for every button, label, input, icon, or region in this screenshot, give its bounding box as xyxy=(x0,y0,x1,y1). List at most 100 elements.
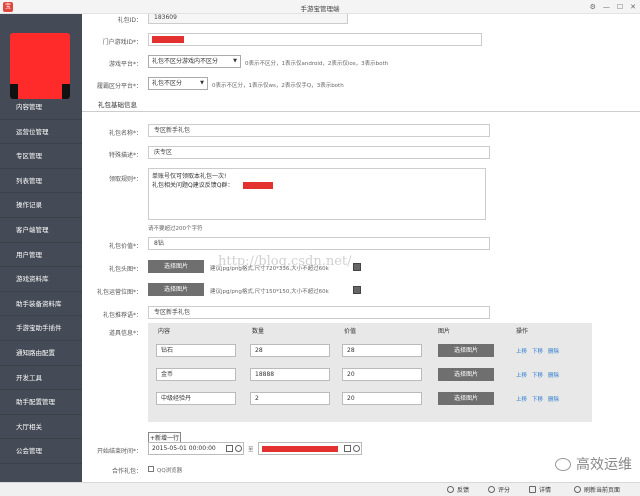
rate-button[interactable]: 评分 xyxy=(488,485,510,494)
window-title: 手游宝管理端 xyxy=(300,5,340,13)
sidebar-item-game-db[interactable]: 游戏资料库 xyxy=(0,267,82,292)
hall-platform-select[interactable]: 礼包不区分 ▼ xyxy=(148,77,208,90)
move-up-link[interactable]: 上移 xyxy=(516,371,527,379)
prop-choose-image-button[interactable]: 选择图片 xyxy=(438,368,494,381)
gift-id-label: 礼包ID： xyxy=(117,17,142,24)
prop-qty-input[interactable]: 2 xyxy=(250,392,330,405)
claim-rules-label: 领取规则*： xyxy=(108,176,142,183)
sidebar: 内容管理 运营位管理 专区管理 列表管理 操作记录 客户端管理 用户管理 游戏资… xyxy=(0,14,82,482)
sidebar-item-log[interactable]: 操作记录 xyxy=(0,193,82,218)
sidebar-item-notify[interactable]: 通知路由配置 xyxy=(0,341,82,366)
sidebar-item-plugin[interactable]: 手游宝助手插件 xyxy=(0,316,82,341)
move-up-link[interactable]: 上移 xyxy=(516,347,527,355)
prop-name-input[interactable]: 金币 xyxy=(156,368,236,381)
props-header-qty: 数量 xyxy=(252,328,265,335)
image-thumbnail-icon xyxy=(353,263,361,271)
gift-promo-hint: 建议jpg/png格式,尺寸150*150,大小不超过60k xyxy=(210,289,329,295)
prop-name-input[interactable]: 中级经验丹 xyxy=(156,392,236,405)
detail-icon xyxy=(529,486,536,493)
feedback-label: 反馈 xyxy=(457,487,470,494)
props-header-ops: 操作 xyxy=(516,328,529,335)
status-bar: 反馈 评分 详情 刷新当前页面 xyxy=(0,482,640,496)
settings-icon[interactable]: ⚙ xyxy=(590,1,596,13)
prop-choose-image-button[interactable]: 选择图片 xyxy=(438,392,494,405)
sidebar-item-hall[interactable]: 大厅相关 xyxy=(0,415,82,440)
wechat-icon xyxy=(555,457,571,471)
delete-link[interactable]: 删除 xyxy=(548,371,559,379)
sidebar-item-zone[interactable]: 专区管理 xyxy=(0,144,82,169)
start-time-input[interactable]: 2015-05-01 00:00:00 xyxy=(148,442,244,455)
maximize-icon[interactable]: ☐ xyxy=(617,1,623,13)
rate-label: 评分 xyxy=(498,487,511,494)
sidebar-item-users[interactable]: 用户管理 xyxy=(0,243,82,268)
clock-icon[interactable] xyxy=(235,445,242,452)
delete-link[interactable]: 删除 xyxy=(548,347,559,355)
prop-qty-input[interactable]: 28 xyxy=(250,344,330,357)
props-header-content: 内容 xyxy=(158,328,171,335)
claim-rules-line1: 单账号仅可领取本礼包一次! xyxy=(152,173,227,180)
game-platform-select[interactable]: 礼包不区分游戏内不区分 ▼ xyxy=(148,55,241,68)
gift-recommend-input[interactable]: 专区新手礼包 xyxy=(148,306,490,319)
prop-qty-input[interactable]: 18888 xyxy=(250,368,330,381)
claim-rules-line2: 礼包相关问题Q建议反馈Q群： xyxy=(152,182,234,189)
chevron-down-icon: ▼ xyxy=(233,58,237,64)
sidebar-item-devtools[interactable]: 开发工具 xyxy=(0,366,82,391)
redacted-block xyxy=(243,182,273,189)
close-icon[interactable]: ✕ xyxy=(630,1,636,13)
props-label: 道具信息*： xyxy=(108,330,142,337)
chevron-down-icon: ▼ xyxy=(200,80,204,86)
sidebar-item-config[interactable]: 助手配置管理 xyxy=(0,390,82,415)
prop-value-input[interactable]: 28 xyxy=(342,344,422,357)
gift-value-input[interactable]: 8钻 xyxy=(148,237,490,250)
gift-icon-label: 礼包头图*： xyxy=(108,266,142,273)
prop-value-input[interactable]: 20 xyxy=(342,392,422,405)
choose-gift-promo-button[interactable]: 选择图片 xyxy=(148,283,204,296)
sidebar-item-equip-db[interactable]: 助手装备资料库 xyxy=(0,292,82,317)
move-up-link[interactable]: 上移 xyxy=(516,395,527,403)
claim-rules-textarea[interactable]: 单账号仅可领取本礼包一次! 礼包相关问题Q建议反馈Q群： xyxy=(148,168,486,220)
sidebar-item-client[interactable]: 客户端管理 xyxy=(0,218,82,243)
hall-platform-label: 履霸区分平台*： xyxy=(96,83,142,90)
gift-name-label: 礼包名称*： xyxy=(108,130,142,137)
prop-name-input[interactable]: 钻石 xyxy=(156,344,236,357)
clock-icon[interactable] xyxy=(353,445,360,452)
gift-recommend-label: 礼包推荐语*： xyxy=(102,312,142,319)
wechat-brand: 高效运维 xyxy=(555,454,632,474)
game-platform-label: 游戏平台*： xyxy=(108,61,142,68)
prop-value-input[interactable]: 20 xyxy=(342,368,422,381)
special-desc-input[interactable]: 庆专区 xyxy=(148,146,490,159)
thumbs-up-icon xyxy=(488,486,495,493)
claim-rules-hint: 请不要超过200个字符 xyxy=(148,226,203,232)
sidebar-menu: 内容管理 运营位管理 专区管理 列表管理 操作记录 客户端管理 用户管理 游戏资… xyxy=(0,95,82,464)
calendar-icon[interactable] xyxy=(226,445,233,452)
end-time-input[interactable] xyxy=(258,442,362,455)
redacted-block xyxy=(262,446,338,452)
gift-name-input[interactable]: 专区新手礼包 xyxy=(148,124,490,137)
detail-button[interactable]: 详情 xyxy=(529,485,551,494)
calendar-icon[interactable] xyxy=(344,445,351,452)
qq-browser-checkbox[interactable] xyxy=(148,466,154,472)
refresh-button[interactable]: 刷新当前页面 xyxy=(574,485,620,494)
sidebar-item-ops[interactable]: 运营位管理 xyxy=(0,120,82,145)
refresh-icon xyxy=(574,486,581,493)
prop-choose-image-button[interactable]: 选择图片 xyxy=(438,344,494,357)
wechat-brand-name: 高效运维 xyxy=(576,457,632,473)
image-thumbnail-icon xyxy=(353,286,361,294)
move-down-link[interactable]: 下移 xyxy=(532,371,543,379)
game-platform-hint: 0表示不区分，1表示仅android，2表示仅ios，3表示both xyxy=(245,61,389,67)
feedback-button[interactable]: 反馈 xyxy=(447,485,469,494)
minimize-icon[interactable]: — xyxy=(603,1,610,13)
move-down-link[interactable]: 下移 xyxy=(532,395,543,403)
cooperate-label: 合作礼包： xyxy=(111,468,142,475)
main-content: 礼包ID： 183609 门户游戏ID*： 游戏平台*： 礼包不区分游戏内不区分… xyxy=(82,14,640,482)
move-down-link[interactable]: 下移 xyxy=(532,347,543,355)
gift-value-label: 礼包价值*： xyxy=(108,243,142,250)
sidebar-item-guild[interactable]: 公会管理 xyxy=(0,439,82,464)
sidebar-item-list[interactable]: 列表管理 xyxy=(0,169,82,194)
sidebar-item-content[interactable]: 内容管理 xyxy=(0,95,82,120)
portal-game-id-input[interactable] xyxy=(148,33,482,46)
feedback-icon xyxy=(447,486,454,493)
time-range-label: 开始结束时间*： xyxy=(96,448,142,455)
choose-gift-icon-button[interactable]: 选择图片 xyxy=(148,260,204,273)
delete-link[interactable]: 删除 xyxy=(548,395,559,403)
